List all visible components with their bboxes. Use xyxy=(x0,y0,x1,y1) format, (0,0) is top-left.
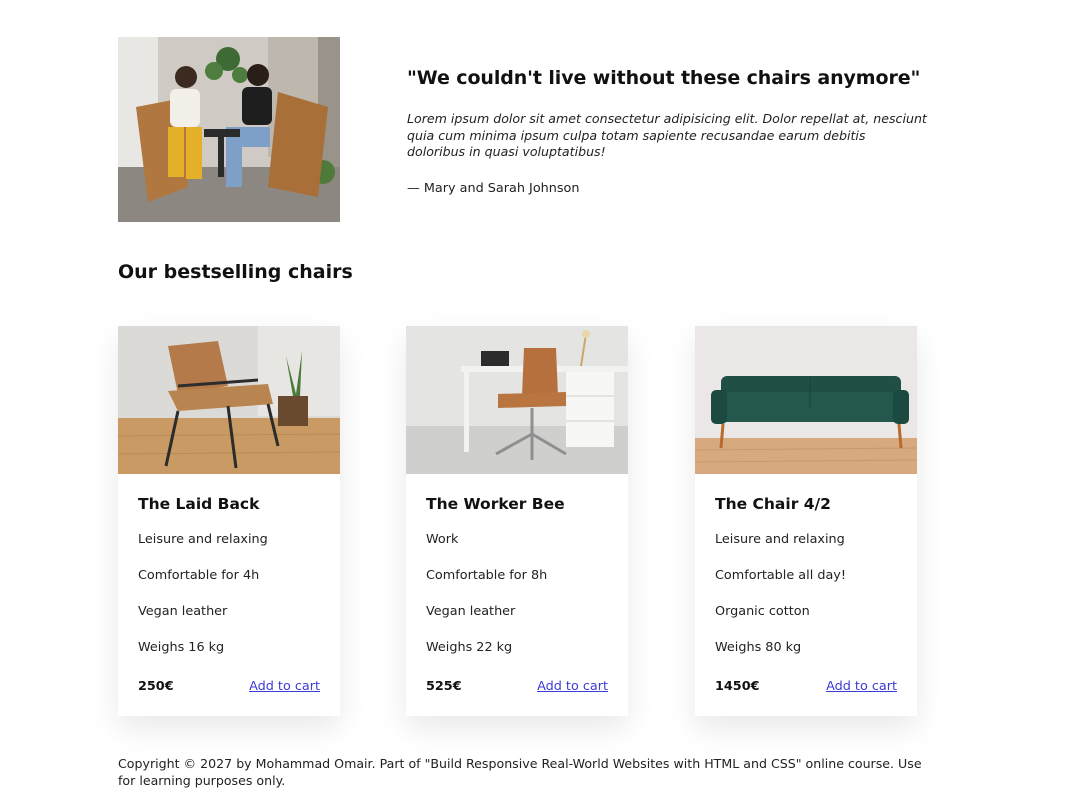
add-to-cart-link[interactable]: Add to cart xyxy=(826,679,897,694)
product-feature: Organic cotton xyxy=(715,604,810,619)
product-feature: Leisure and relaxing xyxy=(138,532,268,547)
product-image-laid-back xyxy=(118,326,340,474)
copyright-text: Copyright © 2027 by Mohammad Omair. Part… xyxy=(118,756,922,788)
product-title: The Laid Back xyxy=(138,495,260,513)
testimonial-author: — Mary and Sarah Johnson xyxy=(407,180,580,196)
add-to-cart-link[interactable]: Add to cart xyxy=(537,679,608,694)
product-price: 250€ xyxy=(138,679,174,694)
testimonial-section: "We couldn't live without these chairs a… xyxy=(118,37,927,222)
product-image-chair-4-2 xyxy=(695,326,917,474)
add-to-cart-link[interactable]: Add to cart xyxy=(249,679,320,694)
page: "We couldn't live without these chairs a… xyxy=(0,0,1077,807)
product-card-chair-4-2: The Chair 4/2 Leisure and relaxing Comfo… xyxy=(695,326,917,716)
product-card-body: The Worker Bee Work Comfortable for 8h V… xyxy=(406,474,628,716)
product-feature: Weighs 80 kg xyxy=(715,640,802,655)
product-card-body: The Chair 4/2 Leisure and relaxing Comfo… xyxy=(695,474,917,716)
product-card-worker-bee: The Worker Bee Work Comfortable for 8h V… xyxy=(406,326,628,716)
product-title: The Worker Bee xyxy=(426,495,565,513)
testimonial-photo xyxy=(118,37,340,222)
product-feature: Weighs 16 kg xyxy=(138,640,225,655)
product-card-body: The Laid Back Leisure and relaxing Comfo… xyxy=(118,474,340,716)
product-footer: 1450€ Add to cart xyxy=(715,679,897,694)
testimonial-text: Lorem ipsum dolor sit amet consectetur a… xyxy=(407,111,927,159)
product-card-laid-back: The Laid Back Leisure and relaxing Comfo… xyxy=(118,326,340,716)
product-title: The Chair 4/2 xyxy=(715,495,831,513)
product-feature: Comfortable all day! xyxy=(715,568,846,583)
product-feature: Work xyxy=(426,532,459,547)
product-price: 525€ xyxy=(426,679,462,694)
product-price: 1450€ xyxy=(715,679,760,694)
product-footer: 525€ Add to cart xyxy=(426,679,608,694)
testimonial-quote: "We couldn't live without these chairs a… xyxy=(407,65,927,196)
product-image-worker-bee xyxy=(406,326,628,474)
product-footer: 250€ Add to cart xyxy=(138,679,320,694)
product-feature: Weighs 22 kg xyxy=(426,640,513,655)
section-title: Our bestselling chairs xyxy=(118,261,353,283)
product-feature: Comfortable for 8h xyxy=(426,568,548,583)
product-feature: Vegan leather xyxy=(138,604,228,619)
testimonial-title: "We couldn't live without these chairs a… xyxy=(407,67,921,89)
product-feature: Comfortable for 4h xyxy=(138,568,260,583)
product-feature: Vegan leather xyxy=(426,604,516,619)
product-feature: Leisure and relaxing xyxy=(715,532,845,547)
